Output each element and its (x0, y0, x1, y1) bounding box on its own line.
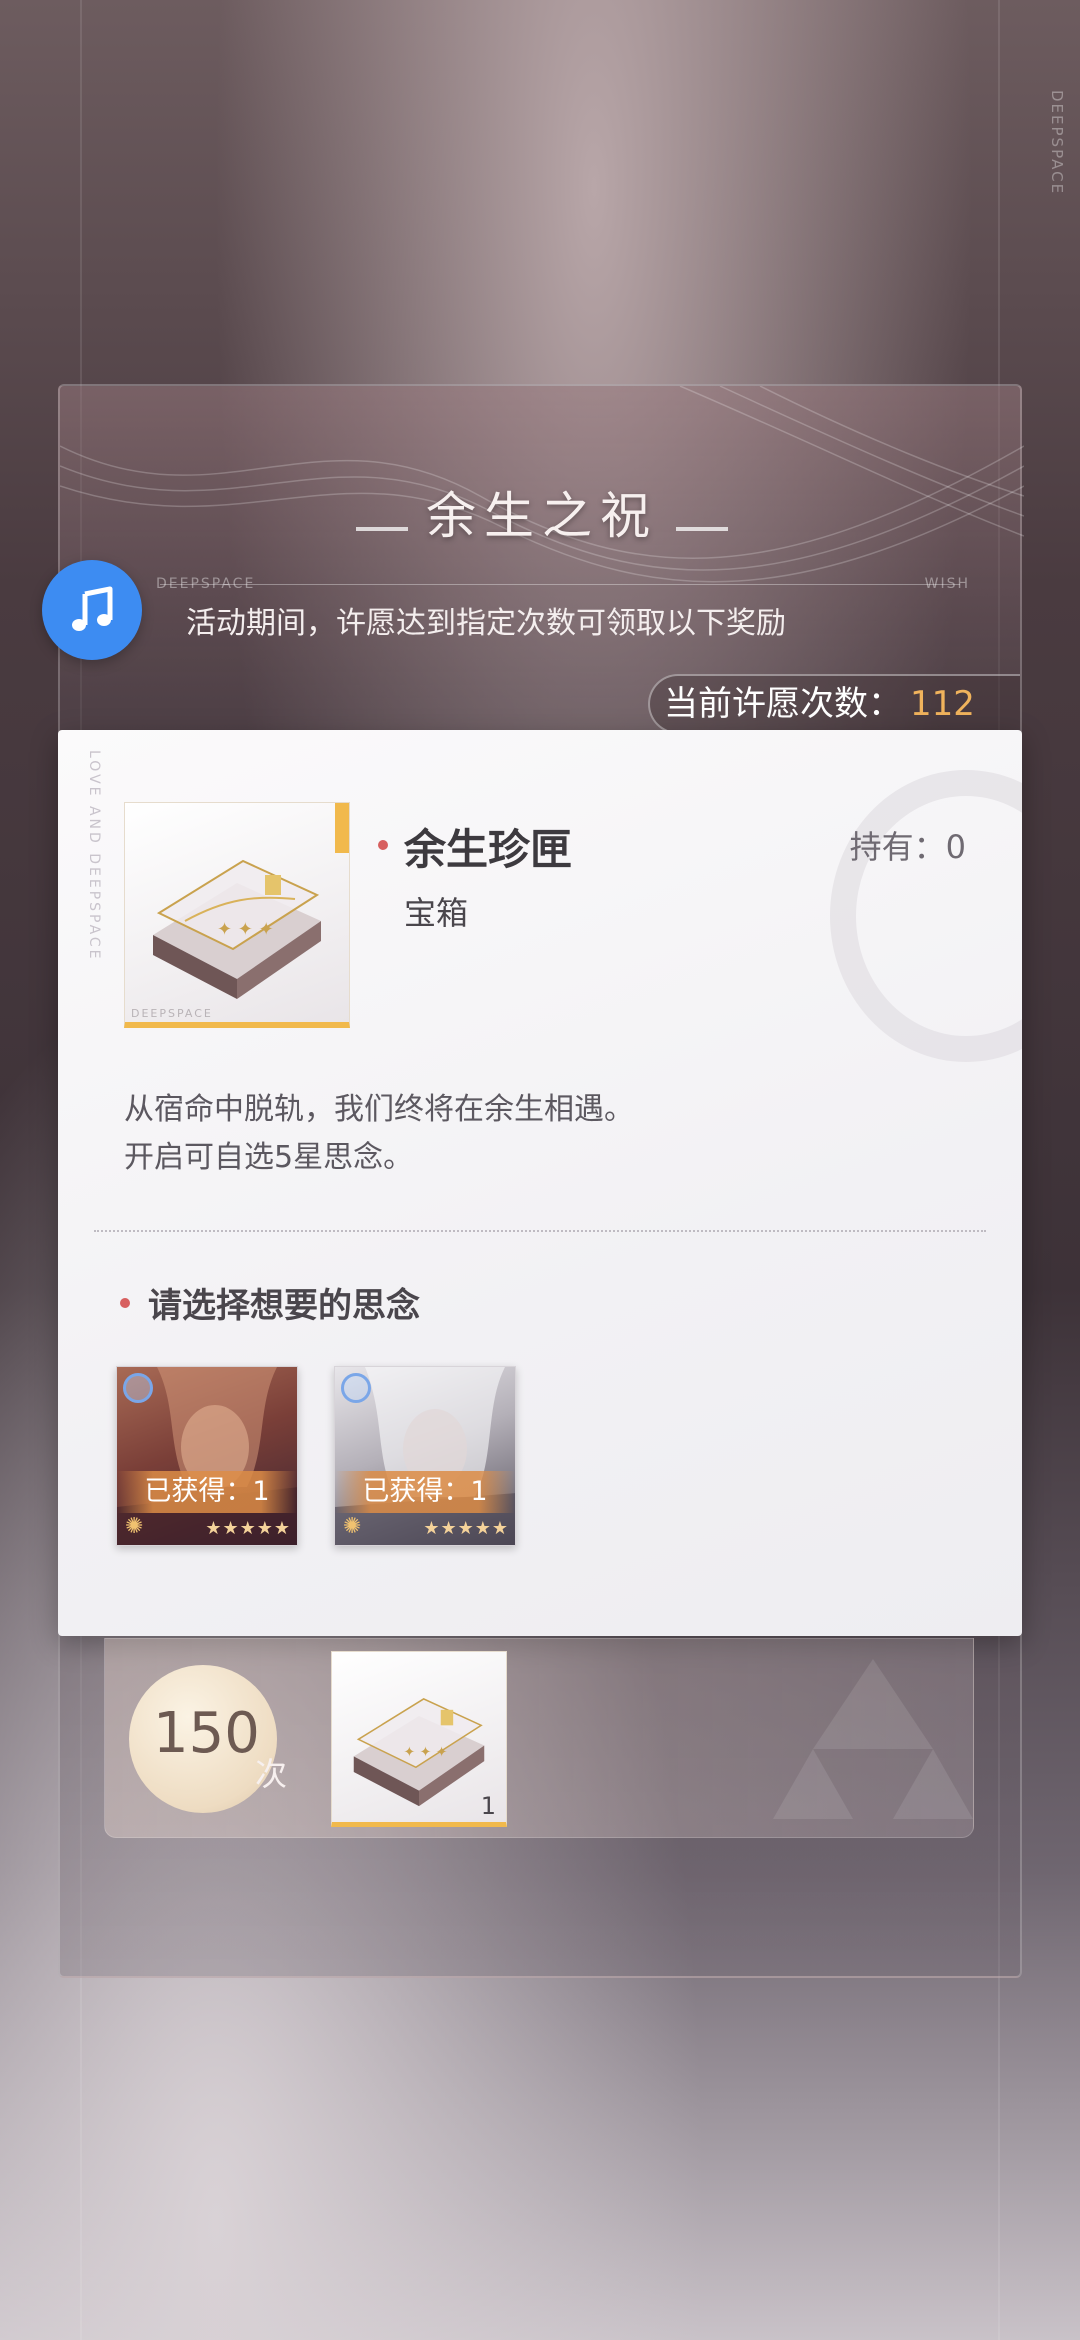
card-ring-decoration (830, 770, 1022, 1062)
memory-owned-label: 已获得：1 (117, 1471, 297, 1513)
item-image-frame[interactable]: ✦ ✦ ✦ DEEPSPACE (124, 802, 350, 1028)
dotted-divider (94, 1230, 986, 1232)
owned-count: 持有：0 (849, 828, 966, 866)
memory-card[interactable]: 已获得：1 ✺ ★★★★★ (116, 1366, 298, 1546)
memory-owned-label: 已获得：1 (335, 1471, 515, 1513)
title-dash-right (676, 526, 728, 531)
wish-count-label: 当前许愿次数： (664, 684, 902, 724)
description-line: 从宿命中脱轨，我们终将在余生相遇。 (124, 1092, 634, 1127)
description-line: 开启可自选5星思念。 (124, 1140, 414, 1175)
milestone-reward-item[interactable]: ✦ ✦ ✦ 1 (331, 1651, 507, 1827)
event-title: 余生之祝 (426, 487, 658, 545)
music-button[interactable] (42, 560, 142, 660)
milestone-unit: 次 (255, 1755, 288, 1793)
frame-brand-text: DEEPSPACE (131, 1007, 213, 1020)
item-detail-card: LOVE AND DEEPSPACE ✦ ✦ ✦ DEEPSPACE 余生珍匣 … (58, 730, 1022, 1636)
item-type: 宝箱 (404, 894, 469, 932)
milestone-count: 150 (153, 1701, 260, 1766)
reward-quantity: 1 (480, 1792, 496, 1820)
music-note-icon (72, 586, 113, 631)
card-vertical-text: LOVE AND DEEPSPACE (86, 750, 102, 962)
memory-attribute-icon (341, 1373, 371, 1403)
sun-icon: ✺ (125, 1514, 144, 1539)
title-dash-left (356, 526, 408, 531)
milestone-reward-row: 150 次 ✦ ✦ ✦ 1 (104, 1638, 974, 1838)
item-name: 余生珍匣 (404, 825, 573, 874)
treasure-box-icon: ✦ ✦ ✦ (153, 859, 321, 999)
bullet-dot (378, 840, 388, 850)
side-brand-text: DEEPSPACE (1048, 90, 1066, 196)
event-title-row: 余生之祝 (60, 476, 1024, 548)
frame-rarity-tag (335, 803, 349, 853)
memory-stars: ★★★★★ (423, 1518, 509, 1539)
svg-text:✦ ✦ ✦: ✦ ✦ ✦ (403, 1744, 447, 1760)
sun-icon: ✺ (343, 1514, 362, 1539)
memory-stars: ★★★★★ (205, 1518, 291, 1539)
memory-attribute-icon (123, 1373, 153, 1403)
selection-title: 请选择想要的思念 (148, 1286, 420, 1326)
wish-count-badge: 当前许愿次数： 112 (648, 674, 1020, 734)
memory-card[interactable]: 已获得：1 ✺ ★★★★★ (334, 1366, 516, 1546)
svg-text:✦ ✦ ✦: ✦ ✦ ✦ (217, 919, 274, 940)
item-description: 从宿命中脱轨，我们终将在余生相遇。 开启可自选5星思念。 (124, 1086, 634, 1182)
bullet-dot (120, 1298, 130, 1308)
event-subtitle: 活动期间，许愿达到指定次数可领取以下奖励 (186, 606, 786, 641)
title-rule (160, 584, 960, 585)
wish-count-value: 112 (910, 684, 975, 724)
triangle-pattern-decoration (773, 1659, 973, 1819)
